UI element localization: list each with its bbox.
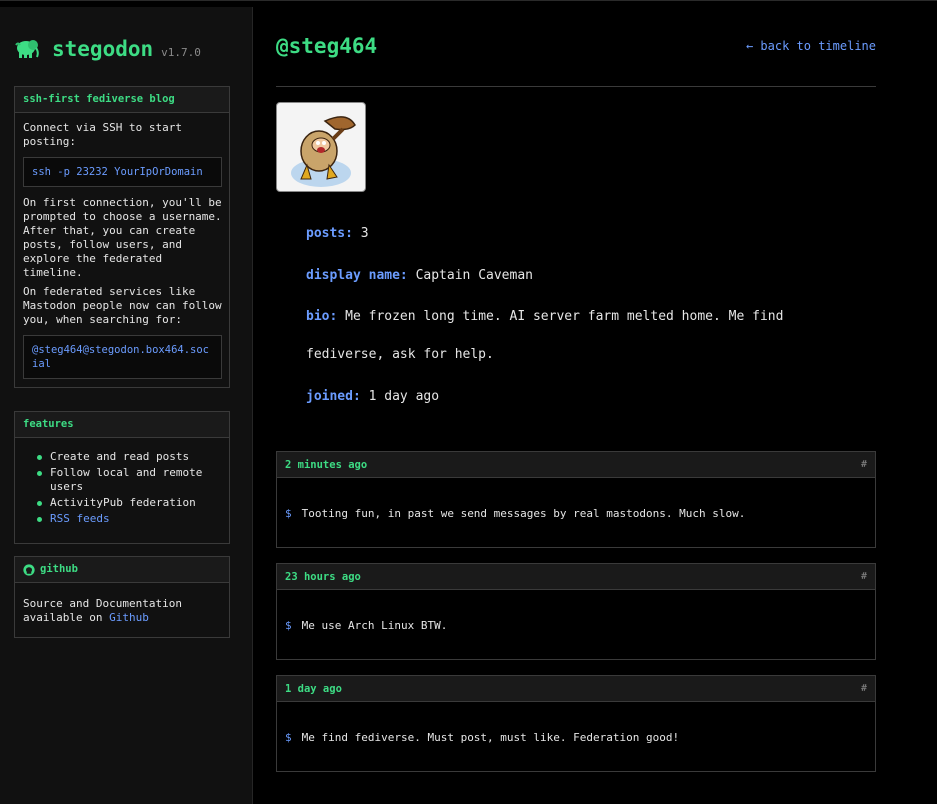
feature-item: Follow local and remote users <box>37 466 222 494</box>
joined-row: joined: 1 day ago <box>306 389 439 404</box>
brand-name[interactable]: stegodon <box>52 37 153 61</box>
joined-label: joined: <box>306 389 361 404</box>
display-name-value: Captain Caveman <box>415 268 533 283</box>
post-text: Tooting fun, in past we send messages by… <box>301 507 746 520</box>
features-box: features Create and read posts Follow lo… <box>14 411 230 544</box>
brand[interactable]: stegodon v1.7.0 <box>14 37 201 61</box>
mammoth-logo-icon <box>15 40 39 58</box>
prompt-symbol: $ <box>285 731 292 744</box>
feature-item: ActivityPub federation <box>37 496 222 510</box>
bio-row: bio: Me frozen long time. AI server farm… <box>306 309 783 324</box>
display-name-row: display name: Captain Caveman <box>306 268 533 283</box>
bio-line-2: fediverse, ask for help. <box>306 347 494 362</box>
features-box-title: features <box>15 412 229 438</box>
rss-feeds-link[interactable]: RSS feeds <box>50 512 110 525</box>
bio-line-1: Me frozen long time. AI server farm melt… <box>345 309 784 324</box>
bio-label: bio: <box>306 309 338 324</box>
sidebar: stegodon v1.7.0 ssh-first fediverse blog… <box>0 7 253 804</box>
posts-count-row: posts: 3 <box>306 226 369 241</box>
prompt-symbol: $ <box>285 619 292 632</box>
feature-item: Create and read posts <box>37 450 222 464</box>
github-icon <box>23 563 35 576</box>
first-connection-text: On first connection, you'll be prompted … <box>23 196 222 279</box>
top-border <box>0 0 937 1</box>
post-card: 2 minutes ago # $ Tooting fun, in past we… <box>276 451 876 548</box>
ssh-info-box: ssh-first fediverse blog Connect via SSH… <box>14 86 230 388</box>
display-name-label: display name: <box>306 268 408 283</box>
post-text: Me use Arch Linux BTW. <box>301 619 448 632</box>
feature-item-rss: RSS feeds <box>37 512 222 526</box>
avatar <box>276 102 366 192</box>
post-time[interactable]: 23 hours ago <box>285 571 361 583</box>
post-permalink[interactable]: # <box>861 683 867 694</box>
post-permalink[interactable]: # <box>861 571 867 582</box>
caveman-avatar-icon <box>291 116 356 187</box>
fediverse-address[interactable]: @steg464@stegodon.box464.social <box>23 335 222 379</box>
post-card: 1 day ago # $ Me find fediverse. Must pos… <box>276 675 876 772</box>
post-time[interactable]: 1 day ago <box>285 683 342 695</box>
github-link[interactable]: Github <box>109 611 149 624</box>
ssh-intro-text: Connect via SSH to start posting: <box>23 121 182 148</box>
posts-value: 3 <box>360 226 369 241</box>
features-list: Create and read posts Follow local and r… <box>23 450 222 526</box>
ssh-command[interactable]: ssh -p 23232 YourIpOrDomain <box>23 157 222 187</box>
post-permalink[interactable]: # <box>861 459 867 470</box>
back-to-timeline-link[interactable]: ← back to timeline <box>746 39 876 53</box>
github-text: Source and Documentation available on <box>23 597 182 624</box>
github-box-title: github <box>40 563 78 575</box>
version-label: v1.7.0 <box>161 46 201 59</box>
post-time[interactable]: 2 minutes ago <box>285 459 367 471</box>
joined-value: 1 day ago <box>368 389 440 404</box>
post-card: 23 hours ago # $ Me use Arch Linux BTW. <box>276 563 876 660</box>
posts-label: posts: <box>306 226 353 241</box>
ssh-box-title: ssh-first fediverse blog <box>15 87 229 113</box>
post-text: Me find fediverse. Must post, must like.… <box>301 731 680 744</box>
profile-handle: @steg464 <box>276 34 378 58</box>
github-box: github Source and Documentation availabl… <box>14 556 230 638</box>
federated-text: On federated services like Mastodon peop… <box>23 285 222 326</box>
header-divider <box>276 86 876 87</box>
prompt-symbol: $ <box>285 507 292 520</box>
